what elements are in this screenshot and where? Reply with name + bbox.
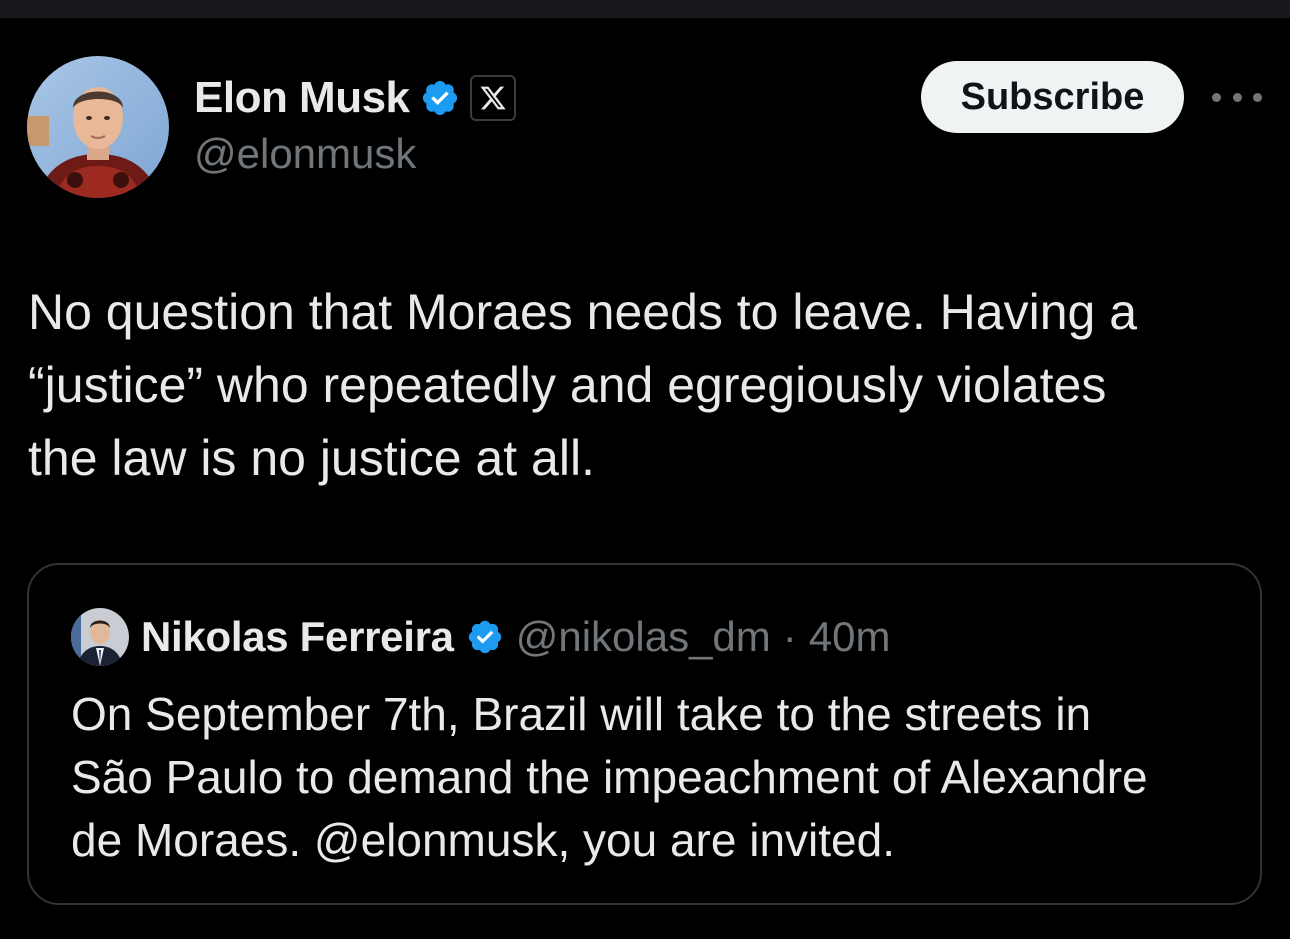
author-display-name[interactable]: Elon Musk	[194, 73, 410, 123]
author-name-row: Elon Musk	[194, 70, 516, 126]
subscribe-button[interactable]: Subscribe	[921, 61, 1184, 133]
quoted-tweet-text: On September 7th, Brazil will take to th…	[71, 688, 1148, 866]
quoted-avatar[interactable]	[71, 608, 129, 666]
avatar[interactable]	[27, 56, 169, 198]
verified-badge-icon[interactable]	[420, 78, 460, 118]
tweet-text: No question that Moraes needs to leave. …	[28, 284, 1138, 486]
verified-badge-icon[interactable]	[466, 618, 504, 656]
more-dot	[1232, 92, 1242, 102]
x-logo-icon[interactable]	[469, 75, 516, 121]
more-dot	[1253, 92, 1262, 102]
tweet-card: Elon Musk @elonmusk Subscribe No questio…	[0, 18, 1290, 939]
quoted-timestamp[interactable]: 40m	[809, 613, 891, 661]
quoted-tweet[interactable]: Nikolas Ferreira @nikolas_dm · 40m On Se…	[27, 563, 1262, 905]
quoted-author-name[interactable]: Nikolas Ferreira	[141, 613, 454, 661]
more-options-icon[interactable]	[1212, 84, 1262, 110]
quoted-tweet-header: Nikolas Ferreira @nikolas_dm · 40m	[71, 607, 890, 667]
avatar-image	[27, 56, 169, 198]
quoted-author-handle[interactable]: @nikolas_dm	[516, 613, 771, 661]
top-status-strip	[0, 0, 1290, 18]
meta-separator: ·	[782, 613, 797, 660]
more-dot	[1212, 92, 1221, 102]
author-handle[interactable]: @elonmusk	[194, 130, 416, 178]
quoted-avatar-image	[71, 608, 129, 666]
